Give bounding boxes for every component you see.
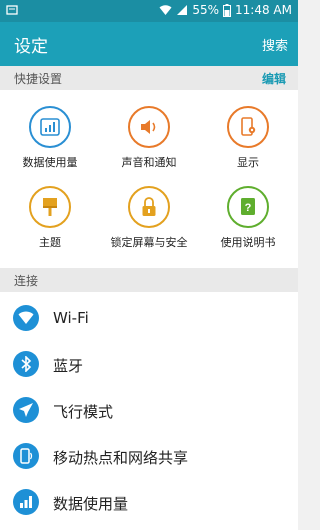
- quick-settings-title: 快捷设置: [14, 72, 63, 86]
- display-settings-icon: [241, 117, 256, 136]
- battery-percent: 55%: [192, 3, 220, 17]
- connections-header: 连接: [0, 268, 298, 292]
- list-item-bluetooth[interactable]: 蓝牙: [0, 342, 298, 388]
- list-item-data-usage[interactable]: 数据使用量: [0, 480, 298, 526]
- clock: 11:48 AM: [235, 3, 292, 17]
- quick-item-label: 显示: [237, 156, 259, 169]
- page-title: 设定: [14, 37, 48, 57]
- quick-item-data-usage[interactable]: 数据使用量: [0, 106, 100, 170]
- quick-item-label: 声音和通知: [121, 156, 177, 169]
- app-bar: 设定 搜索: [0, 22, 298, 66]
- battery-icon: [223, 3, 232, 17]
- data-usage-icon: [20, 496, 32, 508]
- search-button[interactable]: 搜索: [262, 35, 288, 54]
- quick-item-label: 锁定屏幕与安全: [110, 236, 188, 249]
- notification-icon: [6, 5, 18, 15]
- quick-settings-grid: 数据使用量 声音和通知 显示 主题 锁定屏幕与安全 ? 使用说明书: [0, 90, 298, 268]
- quick-item-label: 数据使用量: [22, 156, 78, 169]
- list-item-hotspot[interactable]: 移动热点和网络共享: [0, 434, 298, 480]
- list-item-label: 数据使用量: [53, 495, 129, 513]
- list-item-label: Wi-Fi: [53, 309, 89, 327]
- quick-item-display[interactable]: 显示: [198, 106, 298, 170]
- data-usage-icon: [40, 118, 60, 136]
- quick-item-lock-screen[interactable]: 锁定屏幕与安全: [99, 186, 199, 250]
- speaker-icon: [141, 120, 156, 134]
- list-item-label: 移动热点和网络共享: [53, 449, 189, 467]
- list-item-airplane-mode[interactable]: 飞行模式: [0, 388, 298, 434]
- lock-icon: [142, 197, 156, 216]
- bluetooth-icon: [21, 356, 32, 372]
- wifi-signal-icon: [159, 5, 172, 15]
- quick-item-label: 主题: [39, 236, 61, 249]
- list-item-wifi[interactable]: Wi-Fi: [0, 296, 298, 342]
- edit-button[interactable]: 编辑: [262, 70, 286, 87]
- quick-item-label: 使用说明书: [220, 236, 276, 249]
- help-book-icon: ?: [241, 198, 255, 215]
- quick-item-user-manual[interactable]: ? 使用说明书: [198, 186, 298, 250]
- list-item-label: 蓝牙: [53, 357, 84, 375]
- connections-title: 连接: [14, 274, 39, 288]
- cell-signal-icon: [177, 5, 188, 15]
- quick-item-sound[interactable]: 声音和通知: [99, 106, 199, 170]
- hotspot-icon: [20, 448, 33, 464]
- quick-settings-header: 快捷设置 编辑: [0, 66, 298, 90]
- connections-list: Wi-Fi 蓝牙 飞行模式 移动热点和网络共享 数据使用量: [0, 292, 298, 530]
- status-bar: 55% 11:48 AM: [0, 0, 298, 22]
- svg-text:?: ?: [245, 202, 252, 214]
- quick-item-theme[interactable]: 主题: [0, 186, 100, 250]
- paint-brush-icon: [43, 198, 57, 216]
- airplane-icon: [19, 403, 33, 417]
- list-item-label: 飞行模式: [53, 403, 114, 421]
- wifi-icon: [18, 311, 34, 324]
